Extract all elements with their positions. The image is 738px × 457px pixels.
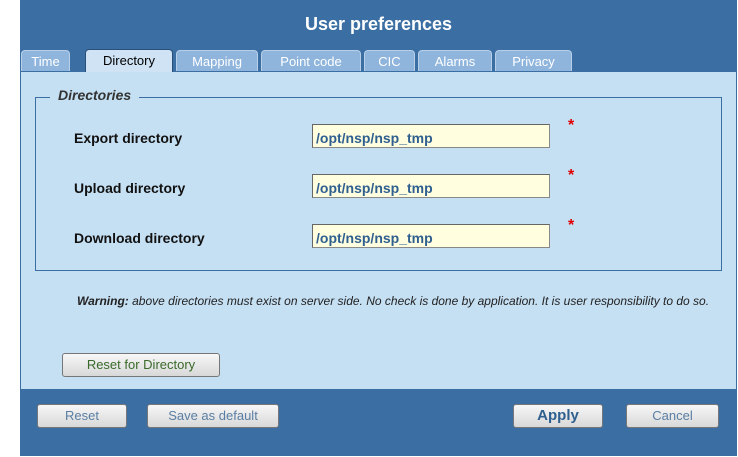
tab-alarms[interactable]: Alarms xyxy=(418,50,492,71)
tab-time[interactable]: Time xyxy=(21,50,70,71)
upload-required-marker: * xyxy=(568,167,575,184)
directories-legend: Directories xyxy=(50,87,140,103)
upload-directory-label: Upload directory xyxy=(74,180,186,196)
download-directory-input[interactable] xyxy=(312,224,550,248)
export-directory-label: Export directory xyxy=(74,130,183,146)
warning-prefix: Warning: xyxy=(77,294,129,308)
warning-text: Warning: above directories must exist on… xyxy=(77,293,717,309)
reset-for-directory-button[interactable]: Reset for Directory xyxy=(62,353,220,377)
user-preferences-dialog: User preferences Time Directory Mapping … xyxy=(20,0,737,456)
directories-fieldset: Directories Export directory * Upload di… xyxy=(35,87,722,271)
reset-button[interactable]: Reset xyxy=(37,404,127,428)
save-as-default-button[interactable]: Save as default xyxy=(147,404,279,428)
tab-point-code[interactable]: Point code xyxy=(261,50,361,71)
directory-panel: Directories Export directory * Upload di… xyxy=(21,72,736,389)
export-directory-input[interactable] xyxy=(312,124,550,148)
export-required-marker: * xyxy=(568,117,575,134)
download-required-marker: * xyxy=(568,217,575,234)
cancel-button[interactable]: Cancel xyxy=(626,404,719,428)
warning-message: above directories must exist on server s… xyxy=(128,294,710,308)
tab-directory[interactable]: Directory xyxy=(85,49,173,72)
tab-privacy[interactable]: Privacy xyxy=(495,50,572,71)
tab-cic[interactable]: CIC xyxy=(364,50,415,71)
upload-directory-input[interactable] xyxy=(312,174,550,198)
tab-mapping[interactable]: Mapping xyxy=(176,50,258,71)
download-directory-label: Download directory xyxy=(74,230,205,246)
dialog-title: User preferences xyxy=(304,14,453,34)
apply-button[interactable]: Apply xyxy=(513,404,603,428)
